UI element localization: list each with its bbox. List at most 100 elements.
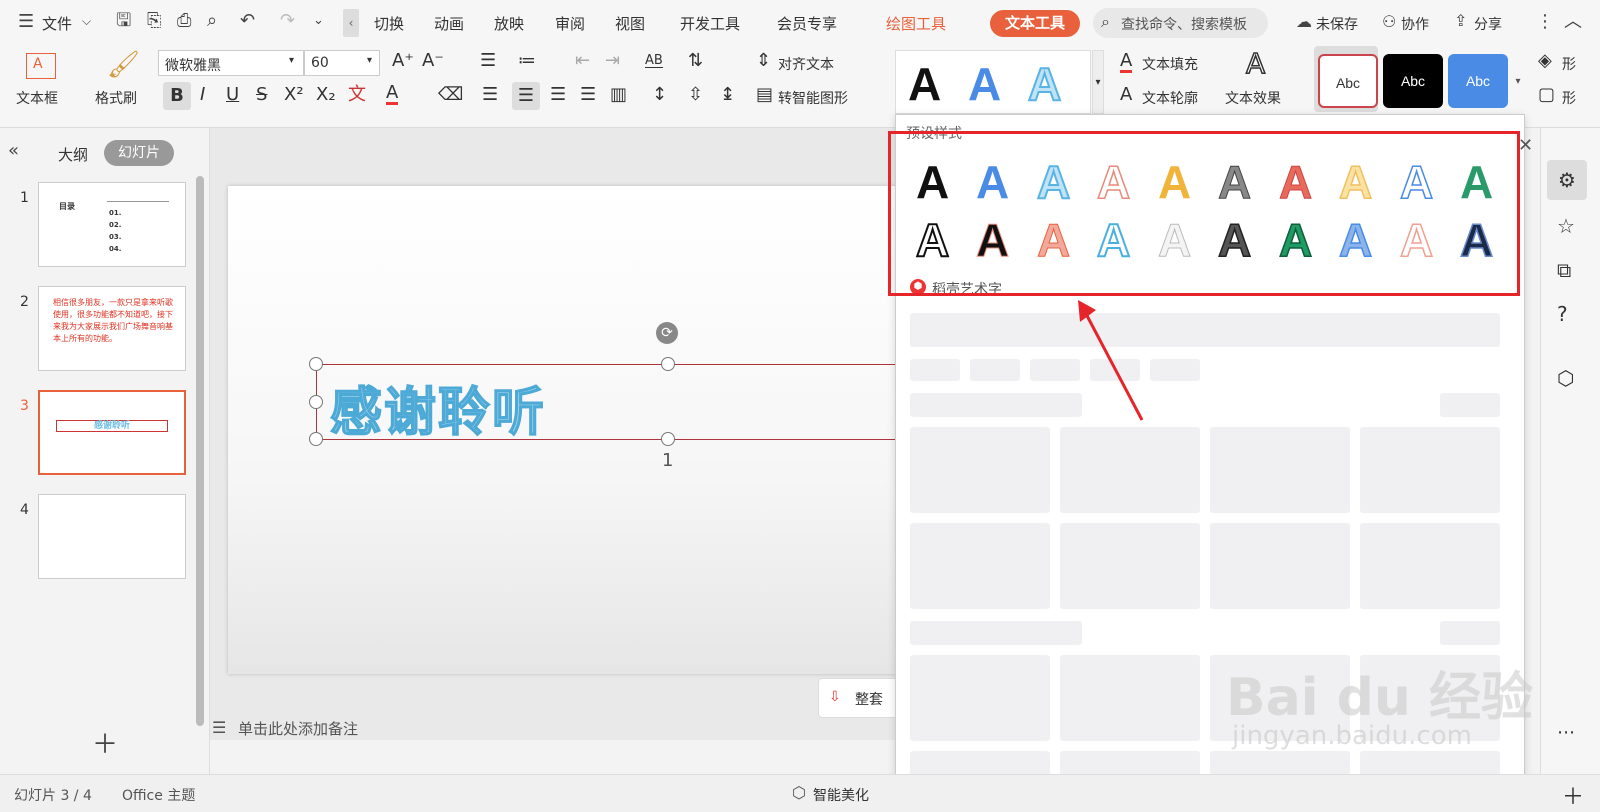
panel-scrollbar[interactable]	[196, 176, 204, 726]
tab-animation[interactable]: 动画	[434, 13, 464, 34]
shape-outline-label[interactable]: 形	[1562, 88, 1576, 108]
resize-handle[interactable]	[661, 432, 675, 446]
shape-style-white-button[interactable]: Abc	[1318, 54, 1378, 108]
slide-thumbnail-3[interactable]: 感谢聆听	[38, 390, 186, 475]
align-right-icon[interactable]: ☰	[550, 86, 566, 104]
text-outline-button[interactable]: 文本轮廓	[1142, 88, 1198, 108]
tab-developer[interactable]: 开发工具	[680, 13, 740, 34]
resize-handle[interactable]	[309, 395, 323, 409]
justify-icon[interactable]: ☰	[580, 86, 596, 104]
format-painter-icon[interactable]: 🖌	[107, 52, 140, 78]
resize-handle[interactable]	[309, 357, 323, 371]
text-style-gallery[interactable]: A A A	[895, 50, 1091, 114]
superscript-icon[interactable]: X²	[284, 86, 304, 104]
save-icon[interactable]: 🖫	[116, 12, 131, 30]
textbox-icon[interactable]: A	[26, 53, 56, 79]
align-text-button[interactable]: 对齐文本	[778, 54, 834, 74]
shape-fill-label[interactable]: 形	[1562, 54, 1576, 74]
bullet-list-icon[interactable]: ☰	[480, 52, 496, 70]
undo-icon[interactable]: ↶	[240, 12, 255, 30]
scroll-left-icon[interactable]: ‹	[343, 9, 359, 37]
smart-shape-icon[interactable]: ▤	[756, 86, 773, 104]
add-slide-icon[interactable]: ＋	[92, 724, 118, 761]
text-fill-button[interactable]: 文本填充	[1142, 54, 1198, 74]
export-icon[interactable]: ⎘	[147, 12, 161, 30]
decrease-font-icon[interactable]: A⁻	[422, 52, 444, 70]
tab-slides[interactable]: 幻灯片	[104, 140, 174, 166]
strikethrough-icon[interactable]: S	[256, 86, 267, 104]
smart-beautify-button[interactable]: 智能美化	[813, 785, 869, 805]
tab-drawing-tools[interactable]: 绘图工具	[886, 13, 946, 34]
text-effect-button[interactable]: 文本效果	[1225, 88, 1281, 108]
smart-shape-button[interactable]: 转智能图形	[778, 88, 848, 108]
numbered-list-icon[interactable]: ≔	[518, 52, 536, 70]
italic-icon[interactable]: I	[200, 86, 205, 104]
style-black-icon[interactable]: A	[908, 61, 941, 107]
text-direction-icon[interactable]: AB	[645, 54, 663, 68]
transition-icon[interactable]: ⧉	[1557, 258, 1571, 282]
tab-slideshow[interactable]: 放映	[494, 13, 524, 34]
font-color-icon[interactable]: A	[386, 84, 399, 105]
bold-icon[interactable]: B	[163, 82, 191, 110]
increase-font-icon[interactable]: A⁺	[392, 52, 414, 70]
format-painter-button[interactable]: 格式刷	[95, 88, 137, 108]
customize-dropdown-icon[interactable]: ⌄	[313, 14, 324, 27]
spacing-options-icon[interactable]: ↨	[720, 86, 735, 104]
print-preview-icon[interactable]: ⌕	[207, 12, 217, 30]
properties-icon[interactable]: ⚙	[1547, 160, 1587, 200]
align-text-icon[interactable]: ⇕	[756, 52, 771, 70]
slide-thumbnail-4[interactable]	[38, 494, 186, 579]
style-blue-icon[interactable]: A	[968, 61, 1001, 107]
style-outline-blue-icon[interactable]: A	[1027, 60, 1062, 108]
line-spacing-icon[interactable]: ↕	[652, 86, 667, 104]
share-button[interactable]: 分享	[1474, 14, 1502, 34]
clear-format-icon[interactable]: ⌫	[438, 86, 463, 104]
text-outline-icon[interactable]: A	[1120, 86, 1132, 104]
shape-outline-icon[interactable]: ▢	[1538, 86, 1555, 104]
textbox-button[interactable]: 文本框	[16, 88, 58, 108]
sort-icon[interactable]: ⇅	[688, 52, 703, 70]
redo-icon[interactable]: ↷	[280, 12, 295, 30]
close-icon[interactable]: ✕	[1518, 135, 1533, 156]
animation-icon[interactable]: ☆	[1557, 214, 1575, 238]
increase-indent-icon[interactable]: ⇥	[605, 52, 620, 70]
resize-handle[interactable]	[309, 432, 323, 446]
decrease-indent-icon[interactable]: ⇤	[575, 52, 590, 70]
underline-icon[interactable]: U	[226, 86, 239, 104]
slide-title-text[interactable]: 感谢聆听	[329, 370, 546, 445]
print-icon[interactable]: ⎙	[177, 12, 191, 30]
more-icon[interactable]: ⋯	[1557, 722, 1575, 743]
pinyin-icon[interactable]: 文	[348, 86, 366, 104]
shape-style-blue-button[interactable]: Abc	[1448, 54, 1508, 108]
zoom-in-icon[interactable]: ＋	[1562, 779, 1584, 811]
tab-text-tools[interactable]: 文本工具	[990, 10, 1080, 37]
align-center-icon[interactable]: ☰	[512, 82, 540, 110]
tab-review[interactable]: 审阅	[555, 13, 585, 34]
rotate-handle-icon[interactable]: ⟳	[656, 322, 678, 344]
help-icon[interactable]: ?	[1557, 302, 1568, 326]
align-left-icon[interactable]: ☰	[482, 86, 498, 104]
tab-transition[interactable]: 切换	[374, 13, 404, 34]
tab-member[interactable]: 会员专享	[777, 13, 837, 34]
text-effect-icon[interactable]: A	[1245, 49, 1266, 79]
box-icon[interactable]: ⬡	[1557, 366, 1574, 390]
shape-style-black-button[interactable]: Abc	[1383, 54, 1443, 108]
hamburger-menu-icon[interactable]: ☰	[18, 13, 34, 31]
search-input[interactable]: ⌕ 查找命令、搜索模板	[1093, 8, 1268, 38]
subscript-icon[interactable]: X₂	[316, 86, 336, 104]
whole-set-button[interactable]: ⇩ 整套	[818, 678, 902, 718]
menu-file[interactable]: 文件	[42, 13, 72, 34]
unsaved-status[interactable]: 未保存	[1316, 14, 1358, 34]
collapse-ribbon-icon[interactable]: ︿	[1564, 13, 1582, 31]
font-name-select[interactable]: 微软雅黑 ▾	[158, 50, 304, 76]
shape-style-expand-icon[interactable]: ▾	[1512, 50, 1524, 114]
gallery-expand-icon[interactable]: ▾	[1092, 50, 1104, 114]
text-fill-icon[interactable]: A	[1120, 52, 1133, 73]
theme-name[interactable]: Office 主题	[122, 785, 195, 805]
notes-placeholder[interactable]: 单击此处添加备注	[238, 718, 358, 739]
collapse-panel-icon[interactable]: «	[8, 142, 19, 160]
distribute-icon[interactable]: ▥	[610, 86, 627, 104]
collaborate-button[interactable]: 协作	[1401, 14, 1429, 34]
chevron-down-icon[interactable]: ⌵	[82, 15, 91, 27]
shape-fill-icon[interactable]: ◈	[1538, 52, 1552, 70]
